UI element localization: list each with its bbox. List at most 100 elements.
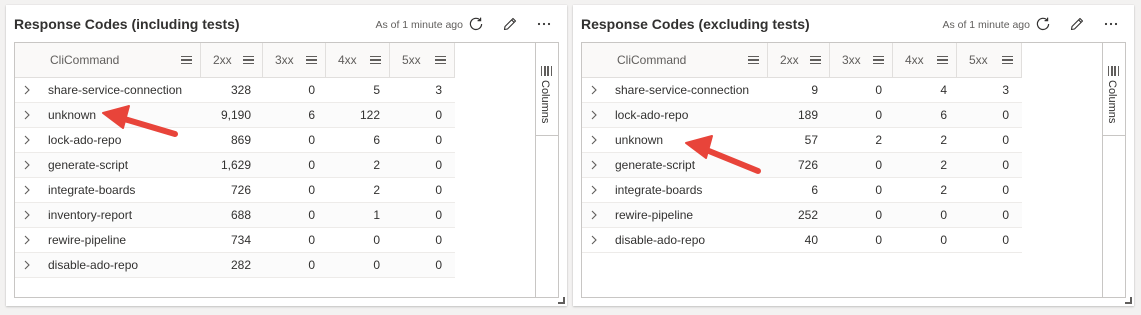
chevron-right-icon[interactable] [591, 210, 597, 220]
chevron-right-icon[interactable] [591, 110, 597, 120]
chevron-right-icon[interactable] [24, 85, 30, 95]
column-menu-icon[interactable] [748, 55, 759, 65]
chevron-right-icon[interactable] [591, 85, 597, 95]
columns-tab-label: Columns [539, 80, 551, 124]
columns-panel-tab[interactable]: Columns [536, 63, 558, 136]
cell-2xx: 252 [797, 208, 818, 222]
cell-4xx: 6 [940, 108, 947, 122]
chevron-right-icon[interactable] [591, 185, 597, 195]
cell-2xx: 282 [230, 258, 251, 272]
cell-3xx: 0 [875, 158, 882, 172]
table-row[interactable]: rewire-pipeline 734 0 0 0 [15, 228, 455, 253]
chevron-right-icon[interactable] [24, 235, 30, 245]
cell-clicommand: unknown [48, 108, 97, 122]
column-menu-icon[interactable] [243, 55, 254, 65]
table-row[interactable]: disable-ado-repo 282 0 0 0 [15, 253, 455, 278]
cell-2xx: 726 [230, 183, 251, 197]
columns-panel-tab[interactable]: Columns [1103, 63, 1125, 136]
cell-4xx: 2 [940, 183, 947, 197]
refresh-icon[interactable] [465, 13, 487, 35]
cell-5xx: 0 [435, 158, 442, 172]
table-row[interactable]: unknown 9,190 6 122 0 [15, 103, 455, 128]
column-menu-icon[interactable] [810, 55, 821, 65]
more-options-icon[interactable] [1100, 13, 1122, 35]
column-menu-icon[interactable] [306, 55, 317, 65]
cell-2xx: 688 [230, 208, 251, 222]
column-menu-icon[interactable] [435, 55, 446, 65]
resize-handle[interactable] [1125, 297, 1132, 304]
column-header-5xx[interactable]: 5xx [390, 43, 455, 77]
chevron-right-icon[interactable] [591, 160, 597, 170]
cell-clicommand: rewire-pipeline [48, 233, 127, 247]
table-row[interactable]: lock-ado-repo 869 0 6 0 [15, 128, 455, 153]
columns-icon [1108, 66, 1119, 76]
table-row[interactable]: share-service-connection 9 0 4 3 [582, 78, 1022, 103]
cell-4xx: 0 [940, 233, 947, 247]
cell-clicommand: inventory-report [48, 208, 133, 222]
column-header-2xx[interactable]: 2xx [768, 43, 830, 77]
column-menu-icon[interactable] [1002, 55, 1013, 65]
pencil-icon[interactable] [499, 13, 521, 35]
chevron-right-icon[interactable] [24, 110, 30, 120]
column-menu-icon[interactable] [181, 55, 192, 65]
column-header-clicommand[interactable]: CliCommand [605, 43, 768, 77]
chevron-right-icon[interactable] [24, 210, 30, 220]
cell-3xx: 0 [875, 208, 882, 222]
column-header-label: 5xx [402, 53, 421, 67]
cell-3xx: 0 [308, 158, 315, 172]
more-options-icon[interactable] [533, 13, 555, 35]
refresh-icon[interactable] [1032, 13, 1054, 35]
column-header-3xx[interactable]: 3xx [830, 43, 893, 77]
cell-5xx: 0 [435, 208, 442, 222]
column-header-2xx[interactable]: 2xx [201, 43, 263, 77]
column-header-3xx[interactable]: 3xx [263, 43, 326, 77]
cell-4xx: 2 [940, 158, 947, 172]
chevron-right-icon[interactable] [591, 235, 597, 245]
table-row[interactable]: generate-script 726 0 2 0 [582, 153, 1022, 178]
table-row[interactable]: rewire-pipeline 252 0 0 0 [582, 203, 1022, 228]
table-row[interactable]: unknown 57 2 2 0 [582, 128, 1022, 153]
cell-2xx: 40 [804, 233, 818, 247]
cell-5xx: 0 [1002, 158, 1009, 172]
chevron-right-icon[interactable] [24, 135, 30, 145]
column-menu-icon[interactable] [937, 55, 948, 65]
table-row[interactable]: inventory-report 688 0 1 0 [15, 203, 455, 228]
cell-5xx: 0 [1002, 183, 1009, 197]
column-header-5xx[interactable]: 5xx [957, 43, 1022, 77]
column-menu-icon[interactable] [370, 55, 381, 65]
chevron-right-icon[interactable] [24, 260, 30, 270]
column-header-4xx[interactable]: 4xx [893, 43, 957, 77]
chevron-right-icon[interactable] [24, 160, 30, 170]
column-menu-icon[interactable] [873, 55, 884, 65]
cell-5xx: 3 [1002, 83, 1009, 97]
table-row[interactable]: lock-ado-repo 189 0 6 0 [582, 103, 1022, 128]
column-header-label: 2xx [213, 53, 232, 67]
cell-2xx: 726 [797, 158, 818, 172]
cell-2xx: 9 [811, 83, 818, 97]
cell-clicommand: rewire-pipeline [615, 208, 694, 222]
pencil-icon[interactable] [1066, 13, 1088, 35]
resize-handle[interactable] [558, 297, 565, 304]
chevron-right-icon[interactable] [591, 135, 597, 145]
cell-3xx: 0 [308, 133, 315, 147]
cell-2xx: 6 [811, 183, 818, 197]
column-header-4xx[interactable]: 4xx [326, 43, 390, 77]
cell-2xx: 189 [797, 108, 818, 122]
cell-4xx: 5 [373, 83, 380, 97]
last-updated-text: As of 1 minute ago [375, 19, 463, 31]
table-row[interactable]: integrate-boards 6 0 2 0 [582, 178, 1022, 203]
table-row[interactable]: integrate-boards 726 0 2 0 [15, 178, 455, 203]
table-row[interactable]: share-service-connection 328 0 5 3 [15, 78, 455, 103]
widget-header: Response Codes (including tests) As of 1… [14, 13, 559, 37]
cell-3xx: 0 [875, 233, 882, 247]
table-row[interactable]: generate-script 1,629 0 2 0 [15, 153, 455, 178]
cell-clicommand: lock-ado-repo [615, 108, 689, 122]
cell-clicommand: disable-ado-repo [48, 258, 139, 272]
grid-header-row: CliCommand 2xx 3xx 4xx 5xx [582, 43, 1022, 78]
cell-2xx: 734 [230, 233, 251, 247]
column-header-clicommand[interactable]: CliCommand [38, 43, 201, 77]
cell-2xx: 1,629 [220, 158, 251, 172]
table-row[interactable]: disable-ado-repo 40 0 0 0 [582, 228, 1022, 253]
chevron-right-icon[interactable] [24, 185, 30, 195]
cell-3xx: 0 [875, 183, 882, 197]
